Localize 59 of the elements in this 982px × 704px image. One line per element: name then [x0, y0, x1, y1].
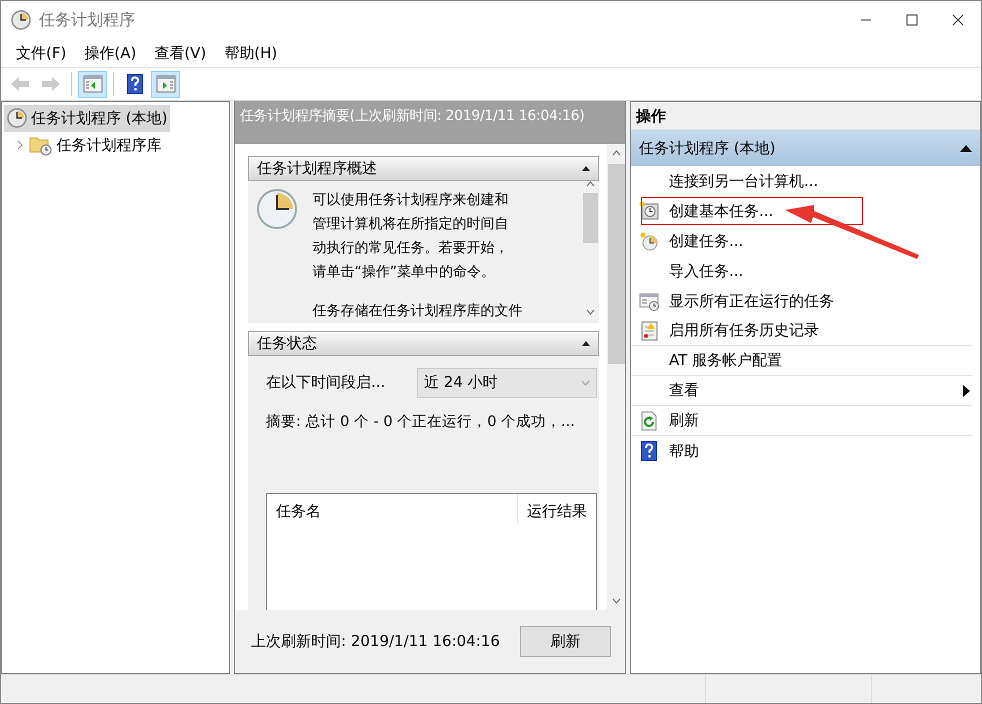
scroll-down-icon[interactable]	[586, 308, 595, 314]
menu-item[interactable]: 查看(V)	[145, 42, 216, 64]
section-title: 任务计划程序概述	[257, 158, 377, 179]
section-header[interactable]: 任务计划程序 (本地)	[631, 130, 980, 166]
action-item[interactable]: 导入任务...	[631, 256, 972, 286]
clock-icon	[11, 10, 31, 30]
action-item[interactable]: 查看	[631, 376, 972, 406]
section-title: 任务计划程序 (本地)	[639, 138, 776, 159]
summary-text: 摘要: 总计 0 个 - 0 个正在运行，0 个成功，...	[266, 412, 576, 432]
tree-item[interactable]: 任务计划程序 (本地)	[4, 105, 170, 132]
clock-star-icon	[639, 231, 659, 251]
section-header[interactable]: 任务状态	[248, 331, 599, 356]
tree-item[interactable]: 任务计划程序库	[12, 132, 164, 158]
section-title: 任务状态	[257, 333, 317, 354]
menu-item[interactable]: 操作(A)	[75, 42, 146, 64]
window-clock-icon	[639, 291, 659, 311]
action-item[interactable]: 创建任务...	[631, 226, 972, 256]
section-header[interactable]: 任务计划程序概述	[248, 156, 599, 180]
chevron-right-icon[interactable]	[14, 140, 24, 150]
panel-icon[interactable]	[82, 75, 102, 93]
help-icon	[639, 441, 659, 461]
period-dropdown[interactable]: 近 24 小时	[417, 368, 597, 398]
pane-title: 操作	[636, 107, 666, 125]
action-item[interactable]: 连接到另一台计算机...	[631, 166, 972, 196]
panel-icon[interactable]	[156, 75, 176, 93]
help-icon[interactable]	[126, 74, 142, 94]
tree-item-label[interactable]: 任务计划程序库	[56, 134, 162, 156]
close-icon[interactable]	[952, 14, 964, 26]
chevron-down-icon	[581, 380, 590, 386]
maximize-icon[interactable]	[906, 14, 918, 26]
action-item[interactable]: 帮助	[631, 436, 972, 466]
collapse-icon[interactable]	[582, 340, 590, 346]
action-item[interactable]: 显示所有正在运行的任务	[631, 286, 972, 316]
action-item[interactable]: 启用所有任务历史记录	[631, 316, 972, 346]
clock-icon	[256, 188, 298, 230]
field-label: 在以下时间段启...	[266, 372, 386, 394]
clock-icon	[7, 108, 27, 128]
refresh-icon	[639, 410, 659, 430]
scrollbar[interactable]	[607, 144, 625, 610]
action-item[interactable]: 刷新	[631, 406, 972, 436]
pane-title: 任务计划程序摘要(上次刷新时间: 2019/1/11 16:04:16)	[240, 108, 584, 124]
refresh-button[interactable]: 刷新	[520, 626, 611, 657]
last-refresh-text: 上次刷新时间: 2019/1/11 16:04:16	[251, 631, 500, 652]
action-item[interactable]: AT 服务帐户配置	[631, 346, 972, 376]
window-title: 任务计划程序	[39, 9, 135, 31]
menu-item[interactable]: 帮助(H)	[215, 42, 286, 64]
scroll-up-icon[interactable]	[586, 180, 595, 186]
menu-item[interactable]: 文件(F)	[7, 42, 76, 64]
column-header[interactable]: 任务名	[267, 494, 518, 524]
description-text: 可以使用任务计划程序来创建和管理计算机将在所指定的时间自动执行的常见任务。若要开始，请单击“操作”菜单中的命令。	[312, 191, 510, 282]
column-header[interactable]: 运行结果	[518, 494, 596, 524]
scroll-down-icon[interactable]	[612, 598, 620, 604]
description-text: 任务存储在任务计划程序库的文件	[312, 302, 522, 321]
scroll-up-icon[interactable]	[612, 150, 620, 156]
notebook-icon	[639, 320, 659, 340]
submenu-arrow-icon	[963, 384, 970, 396]
collapse-icon[interactable]	[582, 165, 590, 172]
tree-item-label[interactable]: 任务计划程序 (本地)	[31, 107, 168, 130]
collapse-icon[interactable]	[960, 144, 972, 152]
